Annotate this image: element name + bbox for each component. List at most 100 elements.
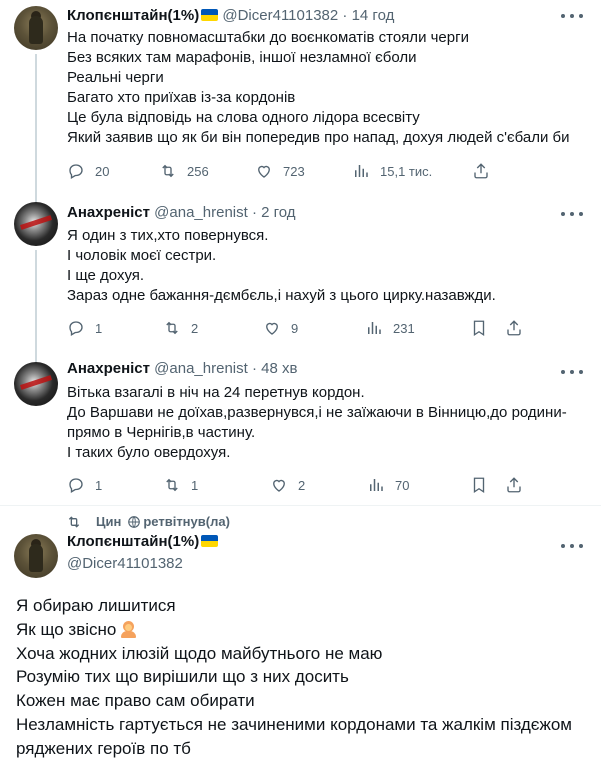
more-icon[interactable] (561, 362, 583, 382)
tweet-line: Без всяких там марафонів, іншої незламно… (67, 49, 417, 66)
views-count: 15,1 тис. (380, 163, 433, 179)
more-icon[interactable] (561, 204, 583, 224)
globe-icon (128, 515, 141, 528)
tweet-line: прямо в Чернігів,в частину. (67, 424, 256, 441)
tweet-line: Кожен має право сам обирати (16, 691, 255, 711)
tweet-line: Я обираю лишитися (16, 596, 176, 615)
reply-icon (69, 164, 83, 179)
tweet-header: Анахреніст @ana_hrenist · 48 хв (67, 359, 297, 379)
tweet-time[interactable]: · 2 год (252, 204, 296, 221)
retweet-count: 2 (191, 320, 199, 336)
retweet-button[interactable]: 256 (159, 161, 209, 181)
reply-count: 1 (95, 477, 103, 493)
tweet-line: Зараз одне бажання-дємбєль,і нахуй з цьо… (67, 287, 496, 304)
author-name[interactable]: Клопєнштайн(1%) (67, 7, 199, 24)
tweet-line: І ще дохуя. (67, 267, 145, 284)
tweet-actions: 1 1 2 70 (67, 475, 521, 495)
tweet-1[interactable]: Клопєнштайн(1%) @Dicer41101382 · 14 год … (0, 0, 601, 204)
share-button[interactable] (472, 161, 490, 181)
tweet-line: Це була відповідь на слова одного лідора… (67, 109, 420, 126)
share-button[interactable] (505, 475, 523, 495)
views-count: 231 (393, 320, 415, 336)
retweet-icon (166, 321, 178, 335)
like-count: 9 (291, 320, 299, 336)
tweet-line-with-emoji: Як що звісно (16, 618, 572, 642)
tweet-text: Вітька взагалі в ніч на 24 перетнув корд… (67, 383, 567, 463)
like-button[interactable]: 723 (255, 161, 305, 181)
views-count: 70 (395, 477, 410, 493)
more-icon[interactable] (561, 536, 583, 556)
tweet-line: Як що звісно (16, 619, 117, 639)
tweet-line: Реальні черги (67, 69, 164, 86)
reply-icon (69, 321, 83, 336)
tweet-line: До Варшави не доїхав,развернувся,і не за… (67, 404, 567, 421)
views-button[interactable]: 70 (367, 475, 409, 495)
avatar[interactable] (14, 362, 58, 406)
person-shrugging-emoji (120, 620, 137, 638)
retweet-count: 1 (191, 477, 199, 493)
retweet-label: ретвітнув(ла) (143, 514, 230, 529)
tweet-time[interactable]: · 48 хв (252, 360, 297, 377)
retweet-button[interactable]: 2 (163, 318, 198, 338)
tweet-time[interactable]: · 14 год (342, 7, 394, 24)
author-name[interactable]: Анахреніст (67, 360, 150, 377)
like-button[interactable]: 2 (270, 475, 305, 495)
reply-count: 20 (95, 163, 110, 179)
tweet-header: Анахреніст @ana_hrenist · 2 год (67, 203, 296, 223)
tweet-actions: 1 2 9 231 (67, 318, 521, 338)
tweet-line: Я один з тих,хто повернувся. (67, 227, 269, 244)
heart-icon (273, 479, 285, 492)
tweet-line: Який заявив що як би він попередив про н… (67, 129, 570, 146)
like-button[interactable]: 9 (263, 318, 298, 338)
tweet-text: Я один з тих,хто повернувся. І чоловік м… (67, 226, 496, 306)
main-tweet-text: Я обираю лишитися Як що звісно Хоча жодн… (16, 594, 572, 761)
tweet-line: Багато хто приїхав із-за кордонів (67, 89, 296, 106)
share-button[interactable] (505, 318, 523, 338)
retweet-button[interactable]: 1 (163, 475, 198, 495)
share-icon (507, 477, 521, 493)
tweet-text: На початку повномасштабки до воєнкоматів… (67, 28, 570, 148)
tweet-2[interactable]: Анахреніст @ana_hrenist · 2 год Я один з… (0, 196, 601, 364)
ukraine-flag-icon (201, 535, 219, 547)
tweet-header: Клопєнштайн(1%) (67, 532, 219, 552)
thread-line (35, 54, 37, 204)
retweeter-name[interactable]: Цин (96, 514, 121, 529)
author-handle[interactable]: @Dicer41101382 (222, 7, 338, 24)
retweet-count: 256 (187, 163, 209, 179)
share-icon (474, 163, 488, 179)
views-button[interactable]: 15,1 тис. (352, 161, 432, 181)
bookmark-button[interactable] (470, 475, 488, 495)
reply-count: 1 (95, 320, 103, 336)
tweet-line: Розумію тих що вирішили що з них досить (16, 667, 349, 687)
avatar[interactable] (14, 534, 58, 578)
retweet-icon (162, 164, 174, 178)
reply-button[interactable]: 20 (67, 161, 109, 181)
retweet-note[interactable]: Цин ретвітнув(ла) (68, 514, 230, 529)
tweet-line: На початку повномасштабки до воєнкоматів… (67, 29, 469, 46)
author-name[interactable]: Клопєнштайн(1%) (67, 533, 199, 550)
reply-button[interactable]: 1 (67, 318, 102, 338)
reply-button[interactable]: 1 (67, 475, 102, 495)
bookmark-button[interactable] (470, 318, 488, 338)
ukraine-flag-icon (201, 9, 219, 21)
tweet-header: Клопєнштайн(1%) @Dicer41101382 · 14 год (67, 6, 394, 26)
views-icon (370, 479, 383, 491)
heart-icon (266, 322, 278, 335)
tweet-line: Вітька взагалі в ніч на 24 перетнув корд… (67, 384, 365, 401)
tweet-line: Хоча жодних ілюзій щодо майбутнього не м… (16, 643, 383, 663)
more-icon[interactable] (561, 6, 583, 26)
author-handle[interactable]: @Dicer41101382 (67, 555, 183, 572)
author-handle[interactable]: @ana_hrenist (154, 204, 248, 221)
tweet-line: ряджених героїв по тб (16, 738, 191, 758)
views-button[interactable]: 231 (365, 318, 415, 338)
avatar[interactable] (14, 202, 58, 246)
heart-icon (258, 165, 270, 178)
author-handle[interactable]: @ana_hrenist (154, 360, 248, 377)
author-name[interactable]: Анахреніст (67, 204, 150, 221)
views-icon (368, 322, 381, 334)
share-icon (507, 320, 521, 336)
tweet-3[interactable]: Анахреніст @ana_hrenist · 48 хв Вітька в… (0, 356, 601, 510)
avatar[interactable] (14, 6, 58, 50)
bookmark-icon (473, 477, 485, 494)
divider (0, 505, 601, 506)
